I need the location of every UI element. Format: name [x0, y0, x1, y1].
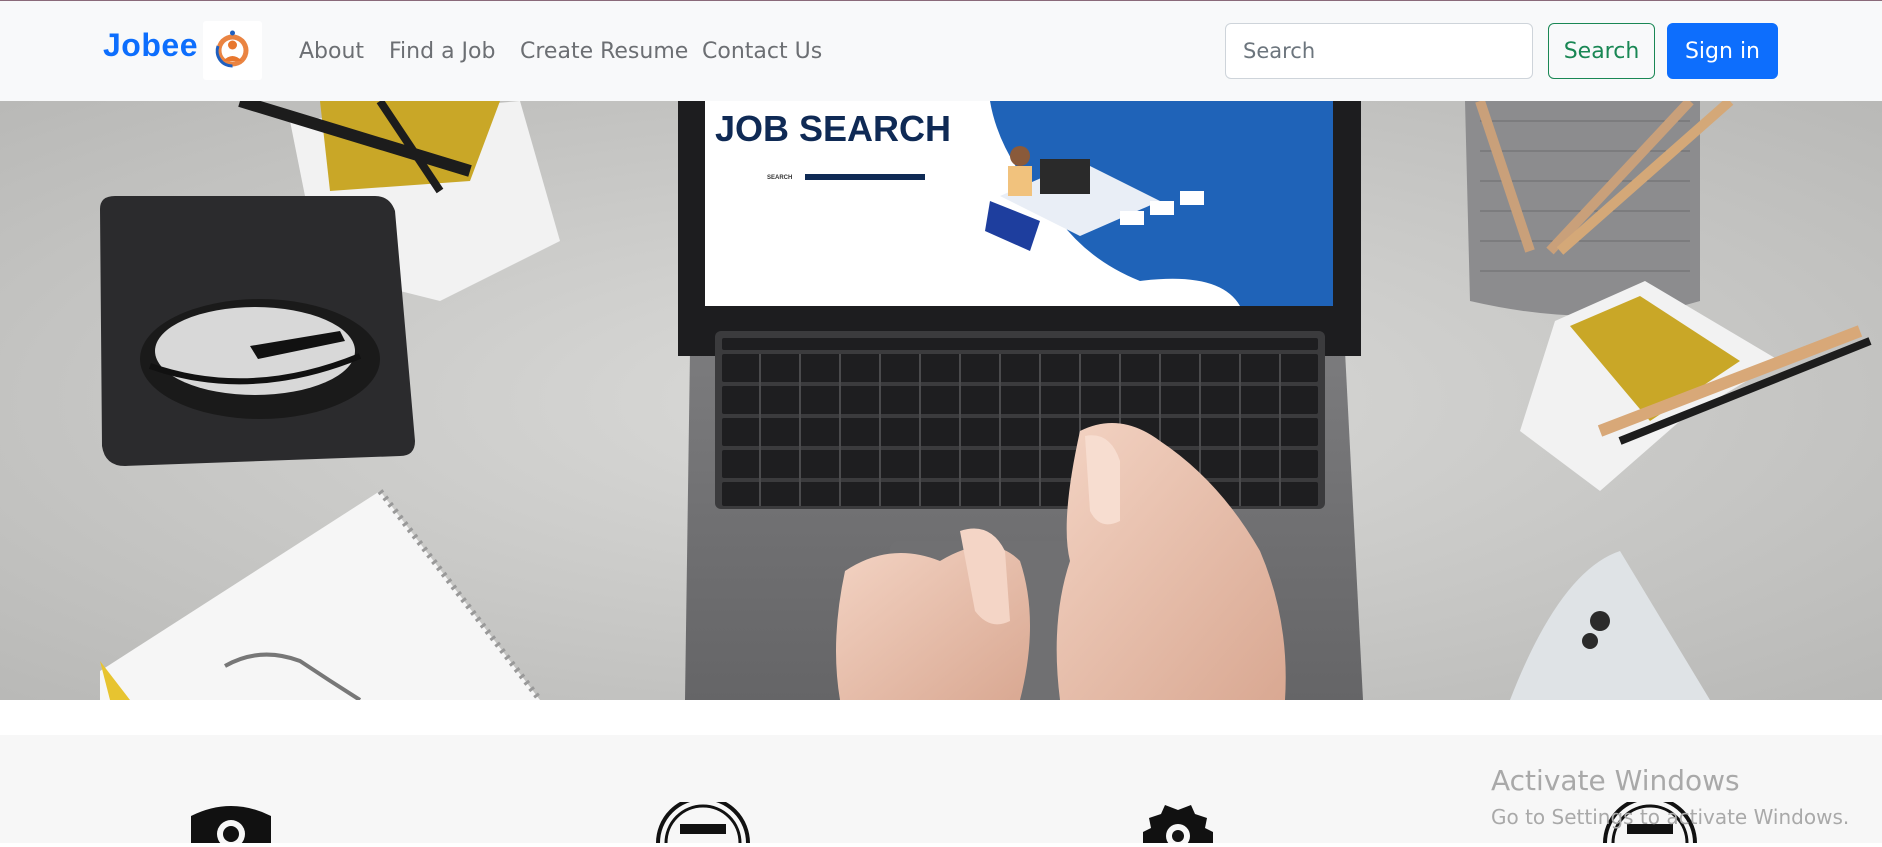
hero-image: JOB SEARCH SEARCH: [0, 101, 1882, 700]
nav-link-about[interactable]: About: [299, 39, 364, 64]
activate-windows-subtitle: Go to Settings to activate Windows.: [1491, 805, 1850, 829]
gear-icon: [1133, 802, 1223, 847]
screen-title: JOB SEARCH: [715, 108, 951, 149]
activate-windows-title: Activate Windows: [1491, 764, 1740, 797]
screen-search-label: SEARCH: [767, 175, 792, 181]
circle-badge-icon: [656, 796, 750, 847]
navbar: Jobee About Find a Job Create Resume Con…: [0, 1, 1882, 102]
nav-link-contact-us[interactable]: Contact Us: [702, 39, 822, 64]
search-input[interactable]: [1225, 23, 1533, 79]
badge-icon: [186, 802, 276, 847]
nav-link-create-resume[interactable]: Create Resume: [520, 39, 688, 64]
brand-name[interactable]: Jobee: [103, 27, 198, 64]
nav-link-find-job[interactable]: Find a Job: [389, 39, 495, 64]
search-button[interactable]: Search: [1548, 23, 1655, 79]
sign-in-button[interactable]: Sign in: [1667, 23, 1778, 79]
brand-logo-icon[interactable]: [203, 21, 262, 80]
